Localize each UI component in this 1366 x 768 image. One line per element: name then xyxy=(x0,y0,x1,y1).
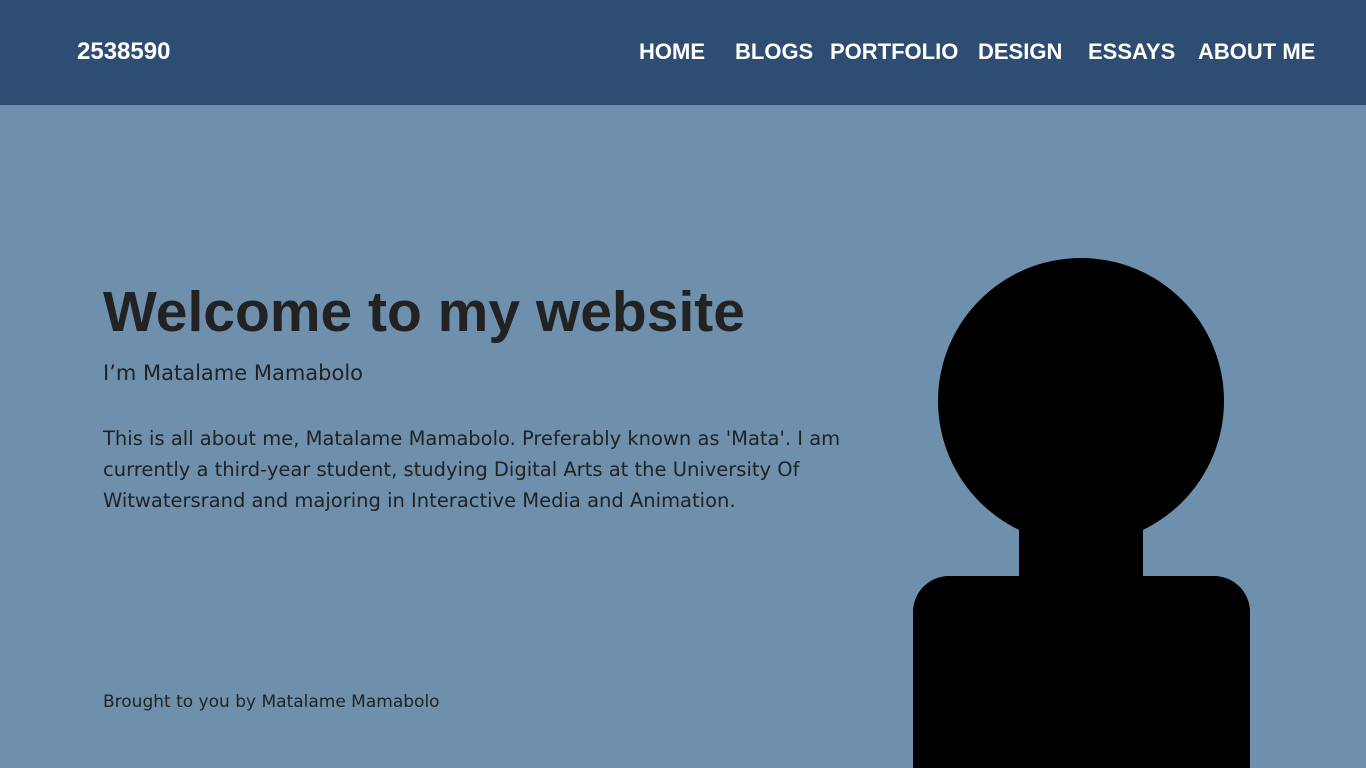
person-silhouette-icon xyxy=(912,258,1250,768)
nav-link-about-me[interactable]: ABOUT ME xyxy=(1198,37,1315,67)
nav-link-portfolio[interactable]: PORTFOLIO xyxy=(830,37,958,67)
site-header: 2538590 HOME BLOGS PORTFOLIO DESIGN ESSA… xyxy=(0,0,1366,105)
nav-link-design[interactable]: DESIGN xyxy=(978,37,1062,67)
hero-subtitle: I’m Matalame Mamabolo xyxy=(103,361,364,385)
site-brand[interactable]: 2538590 xyxy=(77,37,170,67)
nav-link-essays[interactable]: ESSAYS xyxy=(1088,37,1175,67)
avatar-head xyxy=(938,258,1224,544)
avatar-body xyxy=(913,576,1250,768)
nav-link-home[interactable]: HOME xyxy=(639,37,705,67)
footer-credit: Brought to you by Matalame Mamabolo xyxy=(103,692,440,712)
hero-title: Welcome to my website xyxy=(103,280,745,344)
nav-link-blogs[interactable]: BLOGS xyxy=(735,37,813,67)
hero-description: This is all about me, Matalame Mamabolo.… xyxy=(103,427,841,512)
